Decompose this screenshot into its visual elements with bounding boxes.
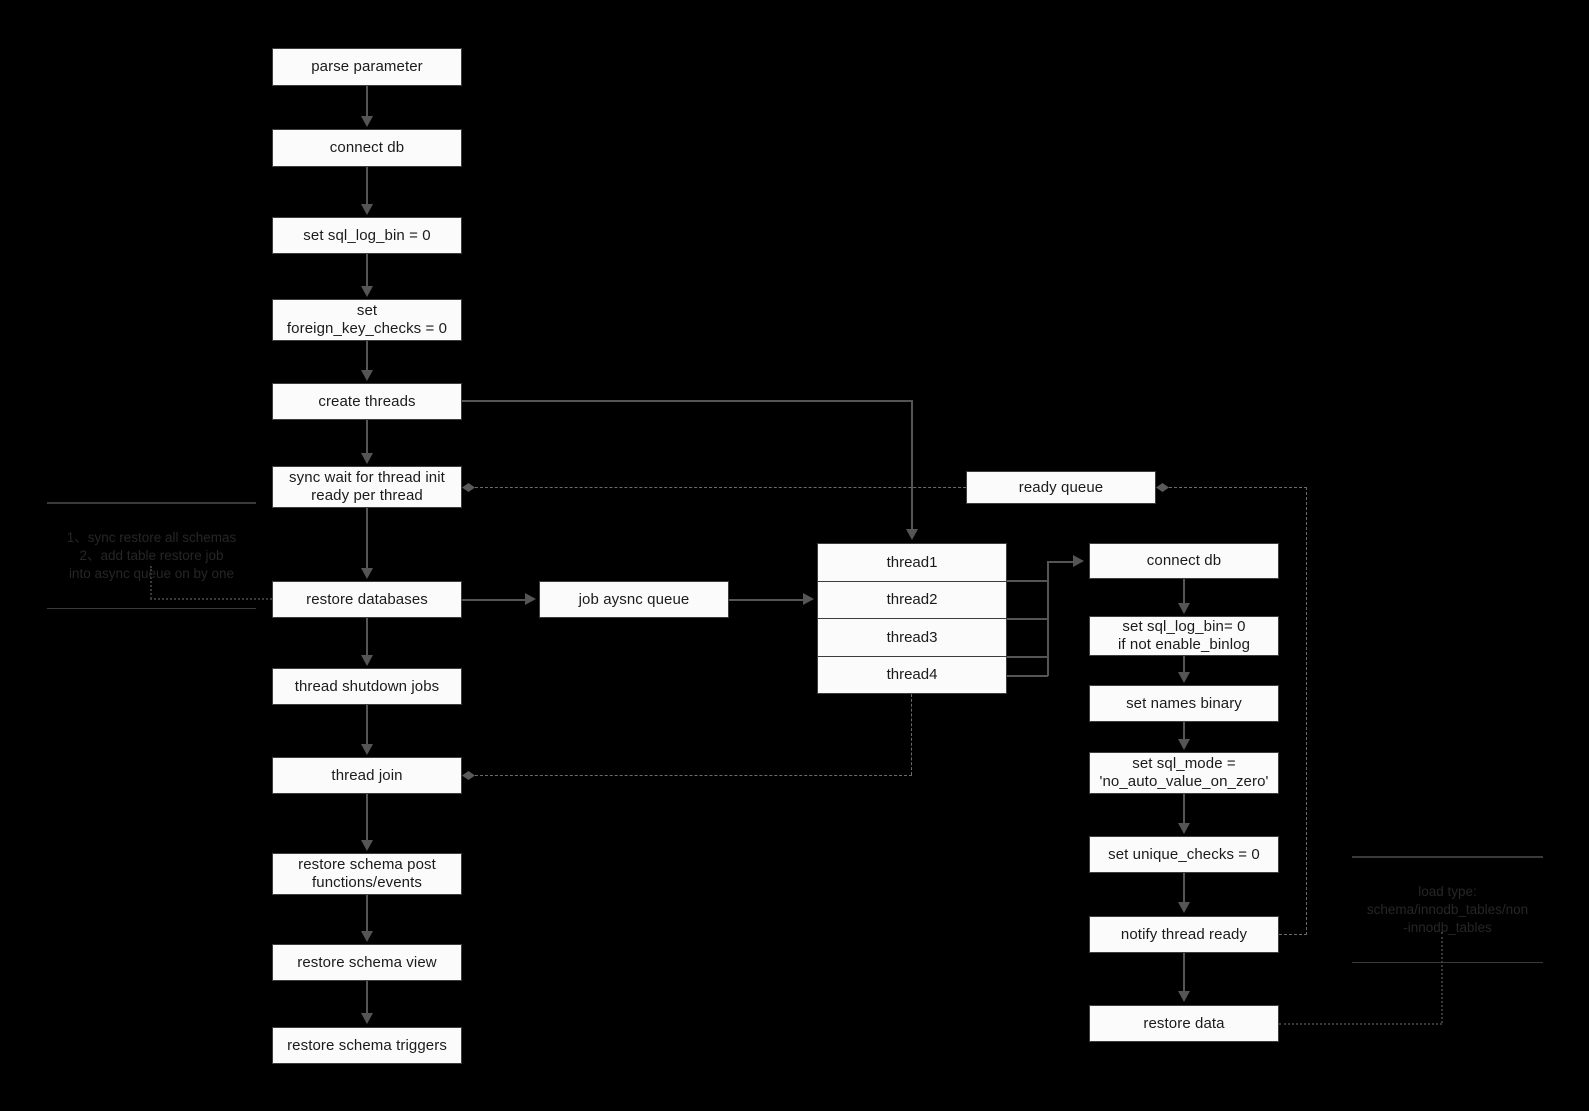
node-worker-set-names-binary[interactable]: set names binary — [1089, 685, 1279, 722]
flowchart-canvas: parse parameter connect db set sql_log_b… — [0, 0, 1589, 1111]
arrowhead-createthreads-to-syncwait — [361, 453, 373, 464]
edge-restoredbs-to-shutdownjobs — [366, 618, 368, 657]
arrowhead-schemapost-to-schemaview — [361, 931, 373, 942]
arrowhead-threadpool-to-threadjoin — [462, 771, 475, 780]
node-thread-join[interactable]: thread join — [272, 757, 462, 794]
note-rule-bottom — [47, 607, 256, 609]
arrowhead-createthreads-to-threadpool — [906, 529, 918, 540]
edge-bracket-to-workerconnect — [1047, 561, 1075, 563]
node-parse-parameter[interactable]: parse parameter — [272, 48, 462, 86]
thread-pool-stack: thread1 thread2 thread3 thread4 — [817, 543, 1007, 694]
edge-notifyready-to-readyqueue-h2 — [1169, 487, 1307, 488]
node-worker-set-sql-log-bin[interactable]: set sql_log_bin= 0 if not enable_binlog — [1089, 616, 1279, 656]
note-load-type-text: load type: schema/innodb_tables/non -inn… — [1366, 883, 1529, 935]
arrowhead-threadjoin-to-schemapost — [361, 840, 373, 851]
note-rule-top — [47, 502, 256, 504]
edge-thread2-bracket — [1007, 618, 1048, 620]
node-sync-wait-thread-init[interactable]: sync wait for thread init ready per thre… — [272, 466, 462, 508]
arrowhead-bracket-to-workerconnect — [1073, 555, 1084, 567]
arrowhead-syncwait-to-restoredbs — [361, 568, 373, 579]
node-worker-connect-db[interactable]: connect db — [1089, 543, 1279, 579]
note-restore-databases: 1、sync restore all schemas 2、add table r… — [47, 484, 256, 627]
edge-workerconnect-to-sqllogbin — [1183, 579, 1185, 605]
edge-restoredbs-to-jobqueue — [462, 599, 527, 601]
arrowhead-schemaview-to-schematriggers — [361, 1013, 373, 1024]
edge-notifyready-to-restoredata — [1183, 953, 1185, 993]
arrowhead-fkchecks-to-createthreads — [361, 370, 373, 381]
node-job-async-queue[interactable]: job aysnc queue — [539, 581, 729, 618]
node-ready-queue[interactable]: ready queue — [966, 471, 1156, 504]
arrowhead-parse-to-connect — [361, 116, 373, 127]
node-restore-schema-post-functions-events[interactable]: restore schema post functions/events — [272, 853, 462, 895]
thread-row-3[interactable]: thread3 — [818, 619, 1006, 657]
arrowhead-uniquechecks-to-notifyready — [1178, 902, 1190, 913]
edge-threadpool-to-threadjoin-h — [475, 775, 912, 776]
edge-sqlmode-to-uniquechecks — [1183, 794, 1185, 825]
edge-notifyready-to-readyqueue-h1 — [1279, 934, 1307, 935]
edge-schemapost-to-schemaview — [366, 895, 368, 931]
node-worker-set-sql-mode[interactable]: set sql_mode = 'no_auto_value_on_zero' — [1089, 752, 1279, 794]
node-set-sql-log-bin[interactable]: set sql_log_bin = 0 — [272, 217, 462, 254]
edge-threadpool-to-threadjoin-v — [911, 694, 912, 775]
edge-thread4-bracket — [1007, 675, 1048, 677]
edge-createthreads-to-threadpool-v — [911, 400, 913, 531]
edge-fkchecks-to-createthreads — [366, 341, 368, 372]
node-worker-restore-data[interactable]: restore data — [1089, 1005, 1279, 1042]
thread-row-4[interactable]: thread4 — [818, 656, 1006, 693]
node-thread-shutdown-jobs[interactable]: thread shutdown jobs — [272, 668, 462, 705]
arrowhead-sqlmode-to-uniquechecks — [1178, 823, 1190, 834]
arrowhead-sqllogbin-to-namesbinary — [1178, 672, 1190, 683]
arrowhead-namesbinary-to-sqlmode — [1178, 739, 1190, 750]
node-worker-set-unique-checks[interactable]: set unique_checks = 0 — [1089, 836, 1279, 873]
edge-syncwait-to-restoredbs — [366, 508, 368, 570]
edge-parse-to-connect — [366, 86, 368, 118]
arrowhead-readyqueue-to-syncwait — [462, 483, 475, 492]
edge-thread1-bracket — [1007, 580, 1048, 582]
edge-restoredata-to-note-h — [1279, 1023, 1442, 1025]
edge-jobqueue-to-threadpool — [729, 599, 805, 601]
arrowhead-notifyready-to-readyqueue — [1156, 483, 1169, 492]
arrowhead-jobqueue-to-threadpool — [803, 593, 814, 605]
edge-connect-to-sqllogbin — [366, 167, 368, 206]
node-create-threads[interactable]: create threads — [272, 383, 462, 420]
arrowhead-notifyready-to-restoredata — [1178, 991, 1190, 1002]
edge-schemaview-to-schematriggers — [366, 981, 368, 1015]
arrowhead-shutdownjobs-to-threadjoin — [361, 744, 373, 755]
arrowhead-restoredbs-to-jobqueue — [525, 593, 536, 605]
edge-createthreads-to-syncwait — [366, 420, 368, 455]
arrowhead-sqllogbin-to-fkchecks — [361, 286, 373, 297]
edge-createthreads-to-threadpool-h — [462, 400, 912, 402]
note-load-type: load type: schema/innodb_tables/non -inn… — [1352, 838, 1543, 981]
edge-thread3-bracket — [1007, 656, 1048, 658]
edge-readyqueue-to-syncwait — [475, 487, 966, 488]
arrowhead-connect-to-sqllogbin — [361, 204, 373, 215]
thread-row-1[interactable]: thread1 — [818, 544, 1006, 582]
thread-row-2[interactable]: thread2 — [818, 581, 1006, 619]
arrowhead-restoredbs-to-shutdownjobs — [361, 655, 373, 666]
node-restore-schema-view[interactable]: restore schema view — [272, 944, 462, 981]
note-restore-databases-text: 1、sync restore all schemas 2、add table r… — [66, 529, 237, 581]
node-restore-databases[interactable]: restore databases — [272, 581, 462, 618]
node-set-foreign-key-checks[interactable]: set foreign_key_checks = 0 — [272, 299, 462, 341]
node-connect-db[interactable]: connect db — [272, 129, 462, 167]
note-load-type-rule-top — [1352, 856, 1543, 858]
node-restore-schema-triggers[interactable]: restore schema triggers — [272, 1027, 462, 1064]
edge-thread-bracket-spine — [1047, 561, 1049, 676]
note-load-type-rule-bottom — [1352, 961, 1543, 963]
edge-notifyready-to-readyqueue-v — [1306, 487, 1307, 935]
edge-shutdownjobs-to-threadjoin — [366, 705, 368, 746]
arrowhead-workerconnect-to-sqllogbin — [1178, 603, 1190, 614]
edge-uniquechecks-to-notifyready — [1183, 873, 1185, 904]
edge-sqllogbin-to-fkchecks — [366, 254, 368, 288]
edge-threadjoin-to-schemapost — [366, 794, 368, 842]
node-worker-notify-thread-ready[interactable]: notify thread ready — [1089, 916, 1279, 953]
